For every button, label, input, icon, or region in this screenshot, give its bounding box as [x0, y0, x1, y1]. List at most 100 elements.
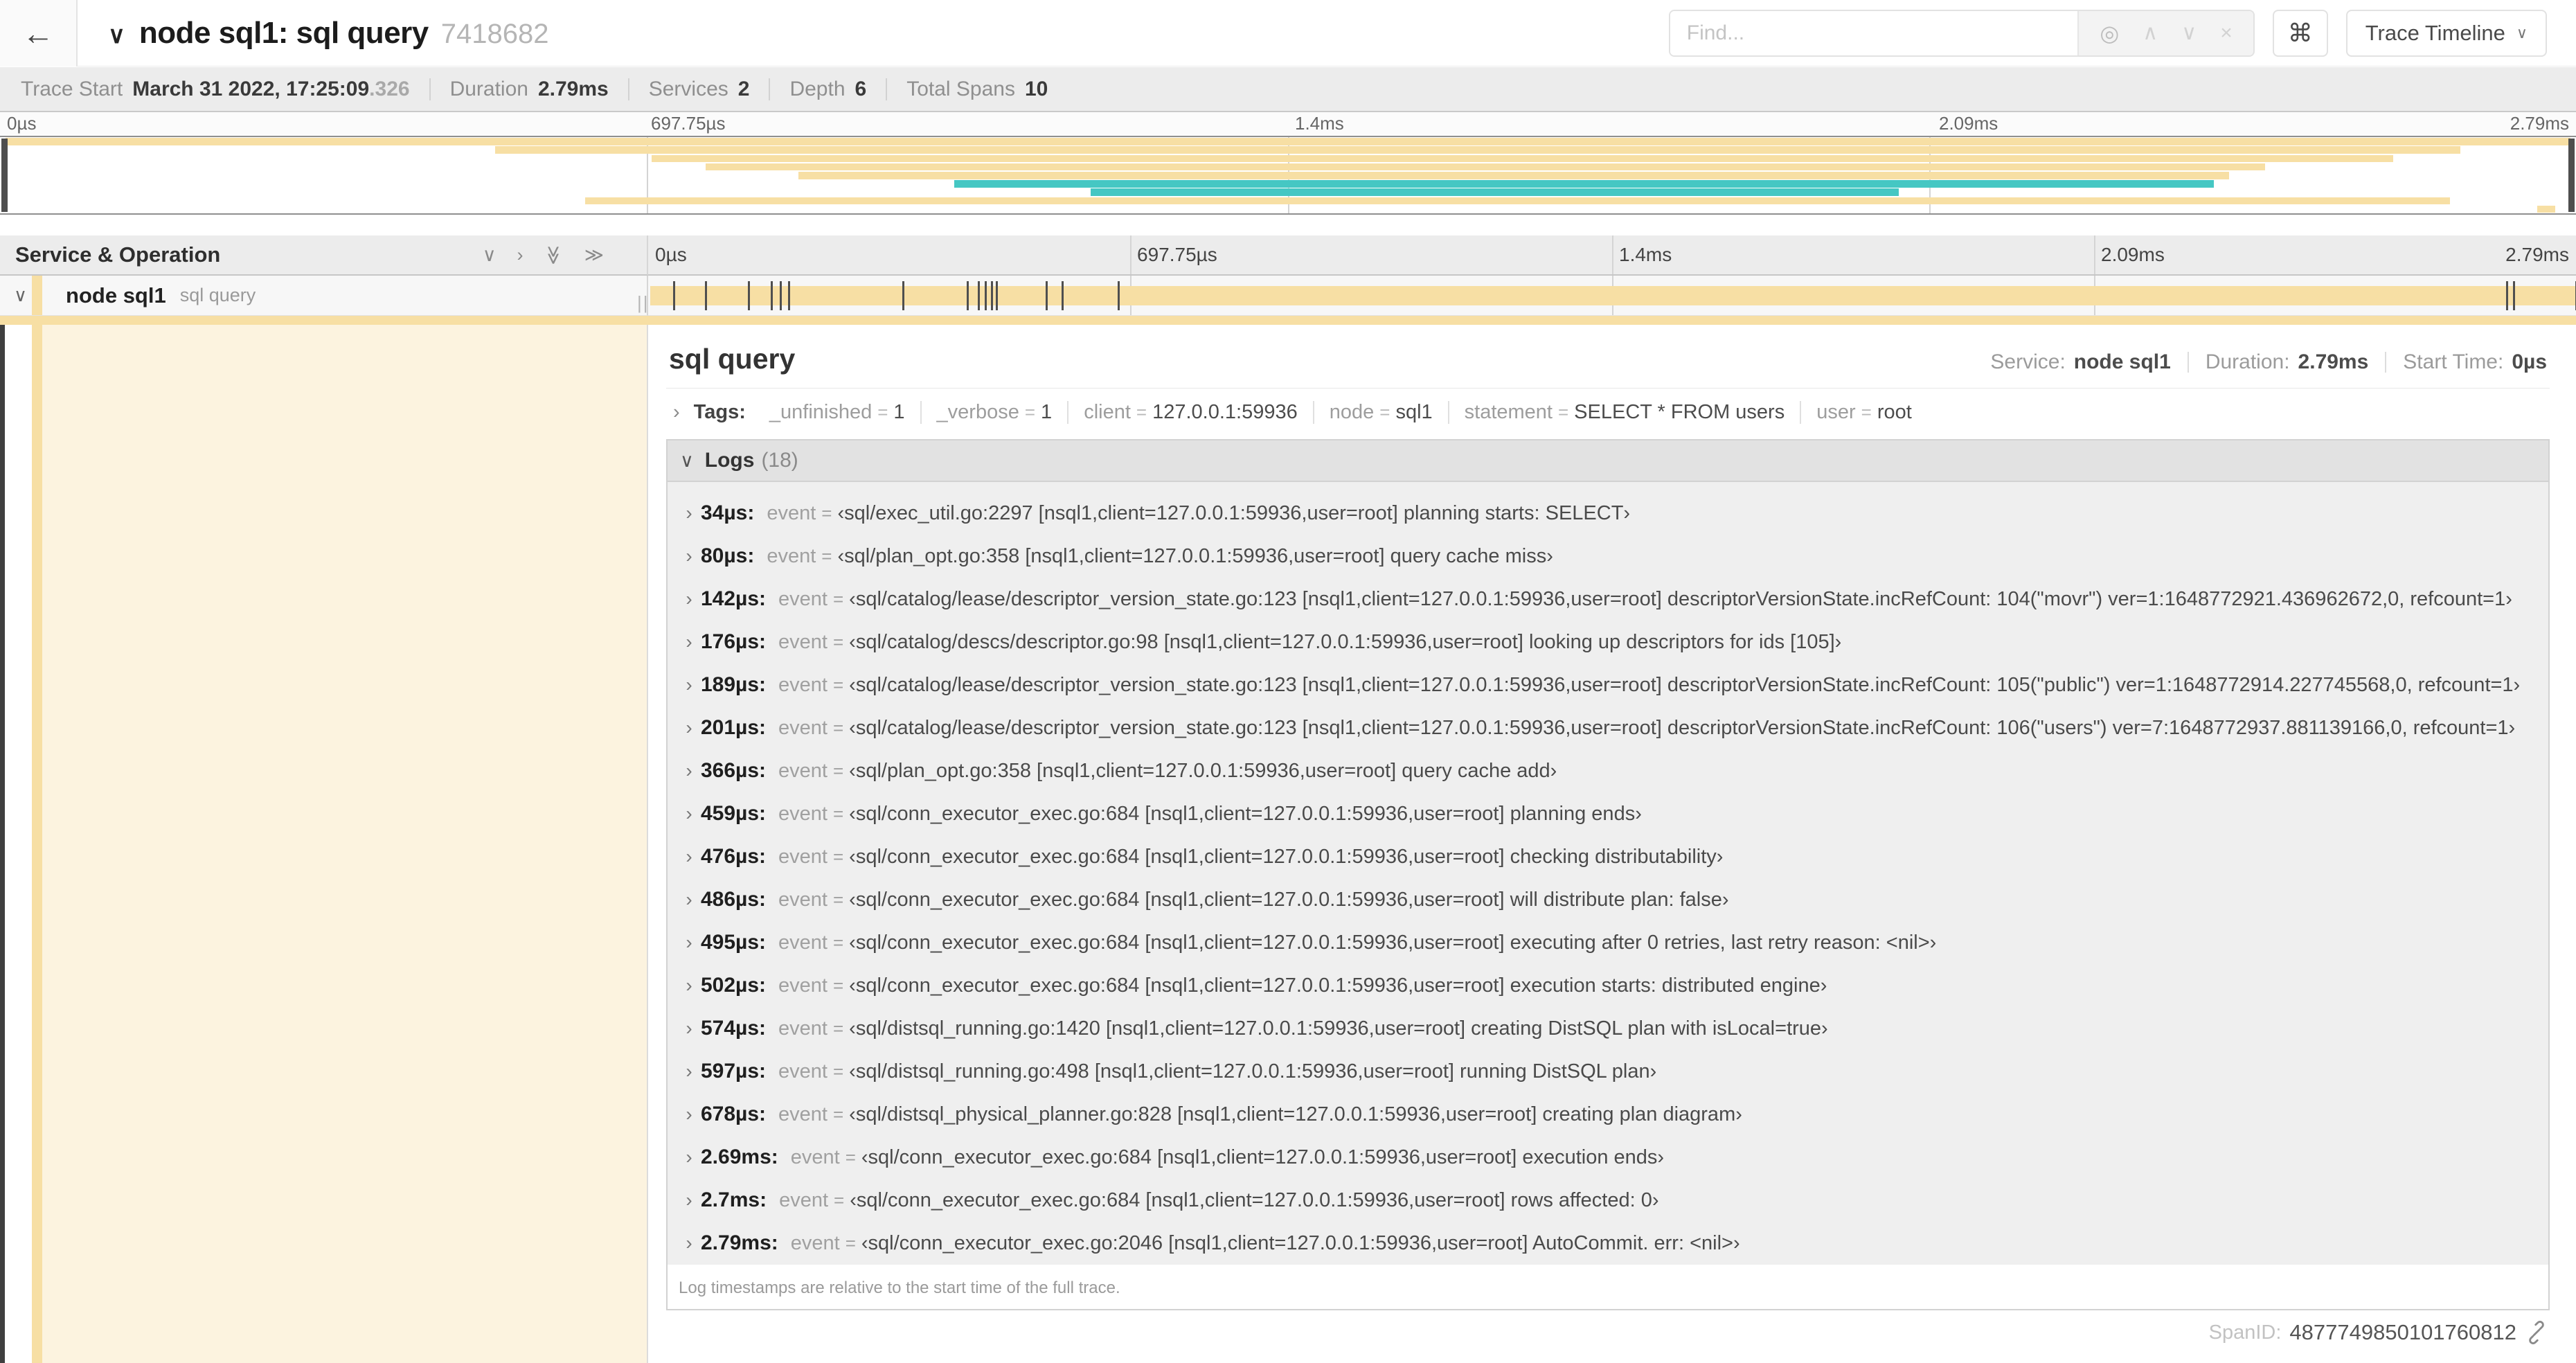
minimap-graph[interactable]: [0, 136, 2576, 215]
log-entry-row[interactable]: › 678µs: event = ‹sql/distsql_physical_plann…: [668, 1093, 2548, 1136]
chevron-right-icon[interactable]: ›: [677, 889, 701, 911]
ruler-label: 697.75µs: [651, 113, 726, 134]
log-timestamp: 574µs:: [701, 1017, 767, 1040]
chevron-right-icon[interactable]: ›: [677, 674, 701, 696]
log-timestamp: 34µs:: [701, 501, 755, 524]
span-overview-items: Service: node sql1 Duration: 2.79ms Star…: [1990, 350, 2547, 374]
minimap-span-bar: [798, 171, 2230, 179]
minimap-scrubber-right-handle[interactable]: [2568, 139, 2575, 212]
logs-panel: ∨ Logs (18) › 34µs: event = ‹sql/exec_util.g…: [666, 439, 2550, 1310]
chevron-right-icon[interactable]: ›: [677, 1189, 701, 1211]
ruler-label: 0µs: [655, 244, 687, 265]
chevron-right-icon[interactable]: ›: [677, 1146, 701, 1168]
log-entry-row[interactable]: › 597µs: event = ‹sql/distsql_running.go:498…: [668, 1050, 2548, 1093]
tags-accordion-header[interactable]: › Tags: _unfinished = 1 _verbose = 1 client = 12…: [666, 389, 2550, 436]
log-event-tick: [2513, 281, 2516, 310]
expand-one-icon[interactable]: ›: [517, 245, 523, 265]
service-operation-header: Service & Operation ∨ › ≫ ≫: [0, 235, 648, 276]
log-entry-row[interactable]: › 502µs: event = ‹sql/conn_executor_exec.go:…: [668, 964, 2548, 1007]
chevron-right-icon[interactable]: ›: [677, 631, 701, 653]
keyboard-shortcuts-button[interactable]: ⌘: [2272, 9, 2328, 57]
find-input[interactable]: [1670, 10, 2078, 55]
log-event-value: ‹sql/plan_opt.go:358 [nsql1,client=127.0…: [837, 544, 1553, 567]
log-equals: =: [832, 932, 844, 953]
view-selector-button[interactable]: Trace Timeline ∨: [2345, 9, 2547, 57]
log-entry-row[interactable]: › 189µs: event = ‹sql/catalog/lease/descript…: [668, 663, 2548, 706]
tag-key: statement: [1464, 401, 1553, 423]
log-entry-row[interactable]: › 2.7ms: event = ‹sql/conn_executor_exec.go:…: [668, 1179, 2548, 1222]
find-clear-icon[interactable]: ×: [2220, 21, 2233, 45]
find-prev-icon[interactable]: ∧: [2143, 21, 2158, 45]
log-timestamp: 201µs:: [701, 716, 767, 739]
log-entry-row[interactable]: › 574µs: event = ‹sql/distsql_running.go:142…: [668, 1007, 2548, 1050]
log-entry-row[interactable]: › 486µs: event = ‹sql/conn_executor_exec.go:…: [668, 878, 2548, 921]
log-event-key: event: [778, 802, 828, 825]
collapse-all-icon[interactable]: ≫: [544, 245, 564, 265]
log-entry-row[interactable]: › 366µs: event = ‹sql/plan_opt.go:358 [nsql1…: [668, 749, 2548, 792]
tag-equals: =: [1557, 402, 1569, 422]
log-entry-row[interactable]: › 495µs: event = ‹sql/conn_executor_exec.go:…: [668, 921, 2548, 964]
trace-title-wrap[interactable]: ∨ node sql1: sql query 7418682: [108, 16, 549, 51]
start-time-label: Start Time:: [2403, 350, 2504, 373]
log-entry-row[interactable]: › 176µs: event = ‹sql/catalog/descs/descript…: [668, 621, 2548, 663]
log-entry-row[interactable]: › 476µs: event = ‹sql/conn_executor_exec.go:…: [668, 835, 2548, 878]
chevron-right-icon[interactable]: ›: [677, 717, 701, 739]
minimap-canvas[interactable]: [6, 137, 2570, 213]
find-next-icon[interactable]: ∨: [2181, 21, 2197, 45]
chevron-right-icon[interactable]: ›: [677, 760, 701, 782]
find-controls: ◎ ∧ ∨ ×: [2077, 10, 2253, 55]
chevron-right-icon[interactable]: ›: [677, 545, 701, 567]
log-event-value: ‹sql/catalog/lease/descriptor_version_st…: [849, 673, 2521, 696]
log-equals: =: [832, 631, 844, 652]
column-resizer-grip[interactable]: ||: [637, 292, 650, 314]
depth-value: 6: [855, 77, 867, 100]
expand-all-icon[interactable]: ≫: [584, 245, 604, 265]
chevron-right-icon[interactable]: ›: [677, 1232, 701, 1254]
chevron-right-icon[interactable]: ›: [677, 846, 701, 868]
trace-start-value: March 31 2022, 17:25:09: [132, 77, 370, 100]
log-event-key: event: [778, 888, 828, 911]
chevron-right-icon[interactable]: ›: [677, 974, 701, 997]
collapse-one-icon[interactable]: ∨: [483, 245, 497, 265]
log-event-value: ‹sql/distsql_physical_planner.go:828 [ns…: [849, 1103, 1742, 1125]
ruler-label: 2.79ms: [2510, 113, 2569, 134]
log-entry-row[interactable]: › 459µs: event = ‹sql/conn_executor_exec.go:…: [668, 792, 2548, 835]
log-entry-row[interactable]: › 142µs: event = ‹sql/catalog/lease/descript…: [668, 578, 2548, 621]
chevron-right-icon[interactable]: ›: [677, 1103, 701, 1125]
log-event-value: ‹sql/catalog/descs/descriptor.go:98 [nsq…: [849, 630, 1842, 653]
logs-count: (18): [761, 449, 798, 472]
chevron-right-icon[interactable]: ›: [677, 588, 701, 610]
minimap-span-bar: [6, 138, 2570, 145]
span-duration-bar[interactable]: [650, 281, 2576, 310]
log-event-tick: [1062, 281, 1064, 310]
minimap-scrubber-left-handle[interactable]: [1, 139, 8, 212]
tag-equals: =: [1861, 402, 1872, 422]
log-timestamp: 142µs:: [701, 587, 767, 610]
log-event-value: ‹sql/plan_opt.go:358 [nsql1,client=127.0…: [849, 759, 1557, 782]
log-entry-row[interactable]: › 201µs: event = ‹sql/catalog/lease/descript…: [668, 706, 2548, 749]
chevron-right-icon[interactable]: ›: [677, 803, 701, 825]
tag-equals: =: [877, 402, 888, 422]
minimap-span-bar: [1090, 188, 1899, 196]
log-event-tick: [780, 281, 782, 310]
span-collapse-chevron-icon[interactable]: ∨: [14, 285, 27, 306]
log-entry-row[interactable]: › 80µs: event = ‹sql/plan_opt.go:358 [nsql1,…: [668, 535, 2548, 578]
log-event-value: ‹sql/distsql_running.go:1420 [nsql1,clie…: [849, 1017, 1828, 1040]
chevron-right-icon[interactable]: ›: [677, 1060, 701, 1083]
log-entry-row[interactable]: › 34µs: event = ‹sql/exec_util.go:2297 [nsql…: [668, 492, 2548, 535]
log-event-key: event: [790, 1231, 840, 1254]
span-row-name-cell[interactable]: ∨ node sql1 sql query: [0, 276, 648, 316]
tag-equals: =: [1136, 402, 1147, 422]
chevron-right-icon[interactable]: ›: [677, 932, 701, 954]
find-focus-icon[interactable]: ◎: [2100, 20, 2119, 46]
log-entry-row[interactable]: › 2.69ms: event = ‹sql/conn_executor_exec.go…: [668, 1136, 2548, 1179]
deep-link-icon[interactable]: [2525, 1321, 2548, 1344]
chevron-right-icon[interactable]: ›: [677, 1017, 701, 1040]
collapse-trace-chevron-icon[interactable]: ∨: [108, 21, 125, 49]
logs-accordion-header[interactable]: ∨ Logs (18): [668, 440, 2548, 482]
chevron-right-icon[interactable]: ›: [677, 502, 701, 524]
log-entry-row[interactable]: › 2.79ms: event = ‹sql/conn_executor_exec.go…: [668, 1222, 2548, 1265]
back-button[interactable]: ←: [0, 0, 78, 66]
minimap-ruler: 0µs 697.75µs 1.4ms 2.09ms 2.79ms: [0, 112, 2576, 136]
minimap-span-bar: [652, 154, 2394, 163]
